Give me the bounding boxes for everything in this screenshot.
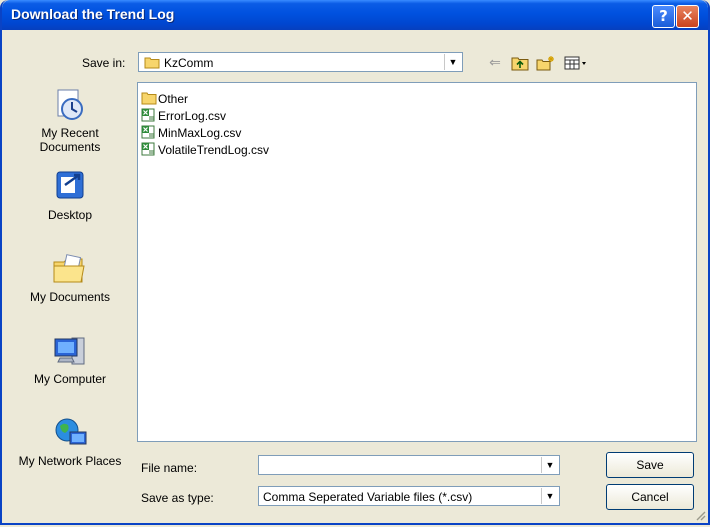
save-dialog: Download the Trend Log ? ✕ Save in: KzCo… [0, 0, 710, 525]
close-button[interactable]: ✕ [676, 5, 699, 28]
file-list[interactable]: Other ErrorLog.csv MinMaxLog.csv Volatil… [137, 82, 697, 442]
up-one-level-icon [511, 57, 529, 71]
title-bar[interactable]: Download the Trend Log ? ✕ [2, 0, 708, 30]
new-folder-button[interactable] [534, 53, 558, 73]
chevron-down-icon[interactable]: ▼ [444, 54, 461, 70]
csv-file-icon [141, 142, 155, 156]
save-as-type-value: Comma Seperated Variable files (*.csv) [263, 490, 473, 504]
recent-documents-icon [57, 89, 83, 120]
save-in-dropdown[interactable]: KzComm ▼ [138, 52, 463, 72]
place-desktop[interactable]: Desktop [14, 170, 126, 222]
back-button[interactable]: ⇐ [485, 53, 505, 73]
place-label: My Network Places [18, 454, 122, 468]
file-name: ErrorLog.csv [158, 109, 227, 123]
desktop-icon [56, 171, 84, 199]
place-label: My Computer [33, 372, 107, 386]
resize-grip-icon[interactable] [694, 509, 706, 521]
list-item[interactable]: VolatileTrendLog.csv [141, 142, 269, 158]
place-my-computer[interactable]: My Computer [14, 334, 126, 386]
back-arrow-icon: ⇐ [489, 55, 501, 71]
csv-file-icon [141, 125, 155, 139]
save-in-value: KzComm [164, 56, 214, 70]
folder-icon [144, 57, 160, 69]
file-name-input[interactable] [261, 457, 543, 473]
file-name: Other [158, 92, 189, 106]
network-places-icon [55, 418, 87, 445]
up-folder-button[interactable] [509, 53, 531, 73]
place-my-documents[interactable]: My Documents [14, 252, 126, 304]
place-label: Desktop [47, 208, 93, 222]
save-as-type-dropdown[interactable]: Comma Seperated Variable files (*.csv) ▼ [258, 486, 560, 506]
place-label: My Documents [29, 290, 111, 304]
places-bar: My Recent Documents Desktop My Documents [14, 82, 126, 492]
views-icon [564, 56, 586, 70]
save-in-label: Save in: [82, 56, 126, 70]
csv-file-icon [141, 108, 155, 122]
place-label: My Recent Documents [39, 126, 101, 154]
my-computer-icon [54, 337, 85, 365]
list-item[interactable]: MinMaxLog.csv [141, 125, 241, 141]
dialog-title: Download the Trend Log [11, 6, 175, 22]
my-documents-icon [53, 254, 85, 283]
save-button[interactable]: Save [606, 452, 694, 478]
place-my-recent-documents[interactable]: My Recent Documents [14, 88, 126, 154]
cancel-button[interactable]: Cancel [606, 484, 694, 510]
file-name: VolatileTrendLog.csv [158, 143, 269, 157]
list-item[interactable]: ErrorLog.csv [141, 108, 226, 124]
views-menu-button[interactable] [562, 53, 592, 73]
save-as-type-label: Save as type: [141, 491, 214, 505]
file-name-field[interactable]: ▼ [258, 455, 560, 475]
chevron-down-icon[interactable]: ▼ [541, 457, 558, 473]
place-my-network-places[interactable]: My Network Places [14, 416, 126, 468]
file-name-label: File name: [141, 461, 198, 475]
list-item[interactable]: Other [141, 91, 188, 107]
chevron-down-icon[interactable]: ▼ [541, 488, 558, 504]
new-folder-icon [536, 56, 554, 71]
file-name: MinMaxLog.csv [158, 126, 242, 140]
help-button[interactable]: ? [652, 5, 675, 28]
folder-icon [141, 92, 157, 105]
